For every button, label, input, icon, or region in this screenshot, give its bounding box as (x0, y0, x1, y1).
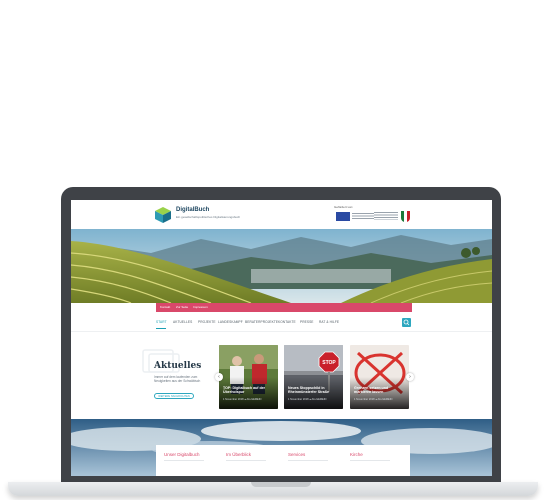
info-column-church[interactable]: Kirche (350, 452, 363, 457)
info-divider (288, 460, 328, 461)
sub-link-imprint[interactable]: Impressum (193, 305, 208, 309)
info-divider (164, 460, 204, 461)
nav-item-contacts[interactable]: KONTAKTE (278, 320, 296, 324)
site-subtitle: Ein gesellschaftspolitisches Digitalisie… (176, 215, 241, 219)
site-title[interactable]: DigitalBuch (176, 207, 209, 213)
state-crest-icon (401, 211, 410, 222)
main-navigation: START AKTUELLES PROJEKTE LANDESKAMPF BER… (71, 312, 492, 332)
nav-item-projects[interactable]: PROJEKTE (198, 320, 216, 324)
info-panel: Unser Digitalbuch Im Überblick Services … (156, 445, 410, 476)
secondary-link-bar: Kontakt Zur Seite Impressum (156, 303, 412, 312)
news-card[interactable]: STOP Neues Stoppschild in Rheinmünsterfe… (284, 345, 343, 409)
nav-item-landeskampf[interactable]: LANDESKAMPF (218, 320, 243, 324)
news-description: Immer auf dem laufenden zum Neuigkeiten … (154, 375, 201, 384)
laptop-screen: DigitalBuch Ein gesellschaftspolitisches… (71, 200, 492, 476)
news-card[interactable]: Grenzen setzen und markieren lassen 1 No… (350, 345, 409, 409)
search-button[interactable] (402, 318, 411, 327)
info-column-digitalbuch[interactable]: Unser Digitalbuch (164, 452, 200, 457)
nav-item-start[interactable]: START (156, 320, 167, 324)
funding-label: Gefördert von: (334, 205, 354, 209)
sub-link-page[interactable]: Zur Seite (176, 305, 188, 309)
svg-text:STOP: STOP (322, 360, 336, 366)
hero-banner (71, 229, 492, 303)
rice-terrace-landscape-image (71, 229, 492, 303)
ministry-text-lines (374, 212, 398, 220)
cube-logo-icon[interactable] (154, 206, 172, 224)
nav-item-help[interactable]: RAT & HILFE (319, 320, 339, 324)
carousel-next-button[interactable]: › (406, 373, 414, 381)
card-title[interactable]: Neues Stoppschild in Rheinmünsterfer Str… (288, 386, 340, 394)
nav-item-news[interactable]: AKTUELLES (173, 320, 192, 324)
footer-hero: Unser Digitalbuch Im Überblick Services … (71, 419, 492, 476)
funding-logos: Gefördert von: (334, 205, 414, 225)
info-column-overview[interactable]: Im Überblick (226, 452, 251, 457)
card-date: 1 November 2018 ● ALLGEMEIN (223, 398, 262, 401)
nav-item-press[interactable]: PRESSE (300, 320, 314, 324)
card-title[interactable]: Grenzen setzen und markieren lassen (354, 386, 406, 394)
card-date: 1 November 2018 ● ALLGEMEIN (288, 398, 327, 401)
carousel-prev-button[interactable]: ‹ (215, 373, 223, 381)
more-news-button[interactable]: WEITERE NACHRICHTEN (154, 393, 194, 399)
eu-flag-icon (336, 212, 350, 221)
laptop-base (8, 482, 538, 496)
laptop-notch (251, 482, 311, 487)
nav-item-advisory[interactable]: BERATERPROJEKTE (245, 320, 278, 324)
news-section: Aktuelles Immer auf dem laufenden zum Ne… (71, 333, 492, 419)
news-heading: Aktuelles (154, 361, 202, 371)
card-date: 1 November 2018 ● ALLGEMEIN (354, 398, 393, 401)
search-icon (403, 319, 410, 326)
info-divider (226, 460, 266, 461)
card-title[interactable]: TOP: Digitalbuch auf der Überholspur (223, 386, 275, 394)
funding-text-lines (352, 213, 374, 220)
info-column-services[interactable]: Services (288, 452, 305, 457)
site-header: DigitalBuch Ein gesellschaftspolitisches… (71, 200, 492, 229)
sub-link-contact[interactable]: Kontakt (160, 305, 170, 309)
info-divider (350, 460, 390, 461)
nav-active-indicator (156, 328, 166, 329)
news-card[interactable]: TOP: Digitalbuch auf der Überholspur 1 N… (219, 345, 278, 409)
